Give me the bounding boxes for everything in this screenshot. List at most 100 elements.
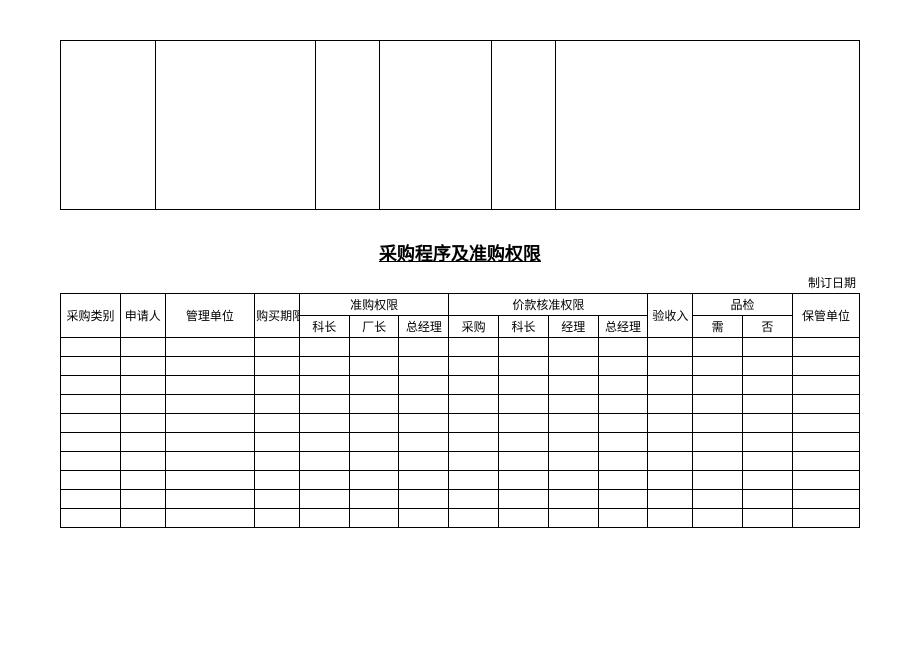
table-cell (499, 338, 549, 357)
table-cell (255, 414, 300, 433)
table-cell (165, 509, 254, 528)
table-cell (548, 509, 598, 528)
table-cell (255, 376, 300, 395)
table-cell (255, 471, 300, 490)
table-cell (399, 490, 449, 509)
table-cell (598, 433, 648, 452)
table-cell (548, 414, 598, 433)
table-cell (299, 376, 349, 395)
table-cell (165, 490, 254, 509)
table-cell (693, 395, 743, 414)
table-cell (120, 338, 165, 357)
th-price-manager: 经理 (548, 316, 598, 338)
table-cell (693, 509, 743, 528)
table-cell (449, 509, 499, 528)
table-cell (449, 376, 499, 395)
table-row (61, 452, 860, 471)
table-cell (165, 471, 254, 490)
table-cell (598, 414, 648, 433)
th-price-gm: 总经理 (598, 316, 648, 338)
table-cell (648, 433, 693, 452)
table-cell (61, 357, 121, 376)
table-cell (255, 395, 300, 414)
table-cell (399, 395, 449, 414)
table-cell (349, 376, 399, 395)
table-cell (499, 414, 549, 433)
table-cell (255, 509, 300, 528)
table-cell (648, 338, 693, 357)
table-cell (742, 338, 792, 357)
table-cell (648, 452, 693, 471)
table-cell (449, 452, 499, 471)
table-cell (742, 357, 792, 376)
table-cell (299, 471, 349, 490)
top-cell (380, 40, 492, 210)
table-cell (499, 490, 549, 509)
table-cell (61, 509, 121, 528)
table-row (61, 395, 860, 414)
th-qc-need: 需 (693, 316, 743, 338)
top-cell (492, 40, 556, 210)
table-cell (792, 471, 859, 490)
table-cell (449, 414, 499, 433)
table-cell (349, 490, 399, 509)
table-cell (165, 414, 254, 433)
top-cell (156, 40, 316, 210)
table-cell (349, 452, 399, 471)
table-cell (255, 338, 300, 357)
table-cell (792, 433, 859, 452)
th-approval-gm: 总经理 (399, 316, 449, 338)
table-row (61, 471, 860, 490)
table-cell (299, 452, 349, 471)
table-cell (648, 471, 693, 490)
table-cell (399, 433, 449, 452)
table-cell (693, 452, 743, 471)
table-row (61, 433, 860, 452)
table-cell (299, 433, 349, 452)
table-cell (499, 471, 549, 490)
table-cell (742, 376, 792, 395)
th-qc-no: 否 (742, 316, 792, 338)
table-cell (399, 452, 449, 471)
th-price-purchase: 采购 (449, 316, 499, 338)
table-cell (548, 357, 598, 376)
table-cell (255, 433, 300, 452)
table-cell (120, 509, 165, 528)
top-cell (60, 40, 156, 210)
table-cell (61, 452, 121, 471)
table-cell (165, 433, 254, 452)
table-cell (349, 357, 399, 376)
table-cell (120, 433, 165, 452)
table-cell (449, 357, 499, 376)
table-cell (693, 376, 743, 395)
table-cell (548, 471, 598, 490)
th-approval-factory: 厂长 (349, 316, 399, 338)
table-cell (548, 395, 598, 414)
table-cell (399, 509, 449, 528)
table-cell (792, 509, 859, 528)
th-price-section: 科长 (499, 316, 549, 338)
table-cell (349, 509, 399, 528)
table-cell (165, 376, 254, 395)
table-cell (255, 357, 300, 376)
table-cell (399, 357, 449, 376)
table-cell (742, 395, 792, 414)
th-acceptance: 验收入 (648, 294, 693, 338)
table-row (61, 490, 860, 509)
table-cell (742, 433, 792, 452)
table-cell (499, 395, 549, 414)
table-cell (61, 376, 121, 395)
table-cell (349, 414, 399, 433)
th-qc-group: 品检 (693, 294, 793, 316)
top-empty-grid (60, 40, 860, 210)
table-cell (299, 490, 349, 509)
table-cell (449, 471, 499, 490)
table-cell (548, 452, 598, 471)
table-cell (165, 452, 254, 471)
table-cell (165, 338, 254, 357)
table-cell (120, 471, 165, 490)
table-cell (548, 433, 598, 452)
table-cell (349, 338, 399, 357)
table-cell (548, 338, 598, 357)
revision-date-label: 制订日期 (60, 274, 860, 291)
